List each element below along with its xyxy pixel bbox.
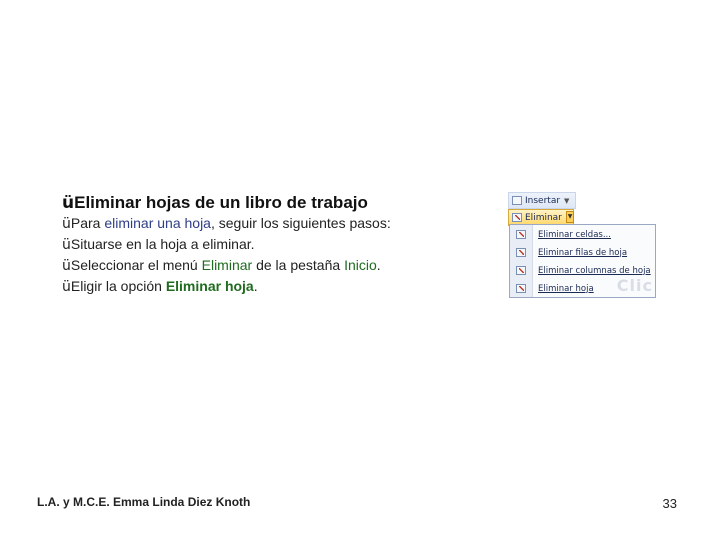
delete-cells-icon — [512, 213, 522, 222]
delete-columns-icon — [516, 266, 526, 275]
check-bullet-icon: ü — [62, 279, 71, 295]
delete-dropdown-arrow[interactable]: ▼ — [566, 211, 574, 223]
bullet-item: üPara eliminar una hoja, seguir los sigu… — [62, 215, 391, 232]
slide-heading: üEliminar hojas de un libro de trabajo — [62, 193, 368, 213]
insert-button[interactable]: Insertar ▼ — [508, 192, 576, 209]
insert-label: Insertar — [525, 195, 561, 206]
delete-sheet-icon — [516, 284, 526, 293]
delete-rows-icon — [516, 248, 526, 257]
keyword: Inicio — [344, 257, 377, 273]
chevron-down-icon: ▼ — [564, 196, 570, 205]
bullet-list: üPara eliminar una hoja, seguir los sigu… — [62, 213, 391, 297]
check-bullet-icon: ü — [62, 258, 71, 274]
menu-item-delete-cells[interactable]: Eliminar celdas... — [510, 226, 655, 243]
delete-label: Eliminar — [525, 212, 562, 223]
insert-cells-icon — [512, 196, 522, 205]
excel-delete-menu-screenshot: Insertar ▼ Eliminar ▼ Eliminar celdas...… — [506, 190, 656, 298]
keyword: Eliminar hoja — [165, 278, 254, 294]
page-number: 33 — [662, 496, 677, 511]
check-bullet-icon: ü — [62, 216, 71, 232]
bullet-item: üEligir la opción Eliminar hoja. — [62, 278, 258, 295]
delete-cells-icon — [516, 230, 526, 239]
bullet-item: üSeleccionar el menú Eliminar de la pest… — [62, 257, 381, 274]
check-bullet-icon: ü — [62, 237, 71, 253]
keyword: eliminar una hoja — [104, 215, 211, 231]
check-bullet-icon: ü — [62, 193, 75, 213]
watermark: Clic — [616, 276, 653, 295]
menu-item-delete-rows[interactable]: Eliminar filas de hoja — [510, 244, 655, 261]
bullet-item: üSituarse en la hoja a eliminar. — [62, 236, 255, 253]
delete-dropdown-menu: Eliminar celdas... Eliminar filas de hoj… — [509, 224, 656, 298]
keyword: Eliminar — [201, 257, 253, 273]
heading-text: Eliminar hojas de un libro de trabajo — [74, 193, 368, 212]
footer-author: L.A. y M.C.E. Emma Linda Diez Knoth — [37, 495, 251, 509]
